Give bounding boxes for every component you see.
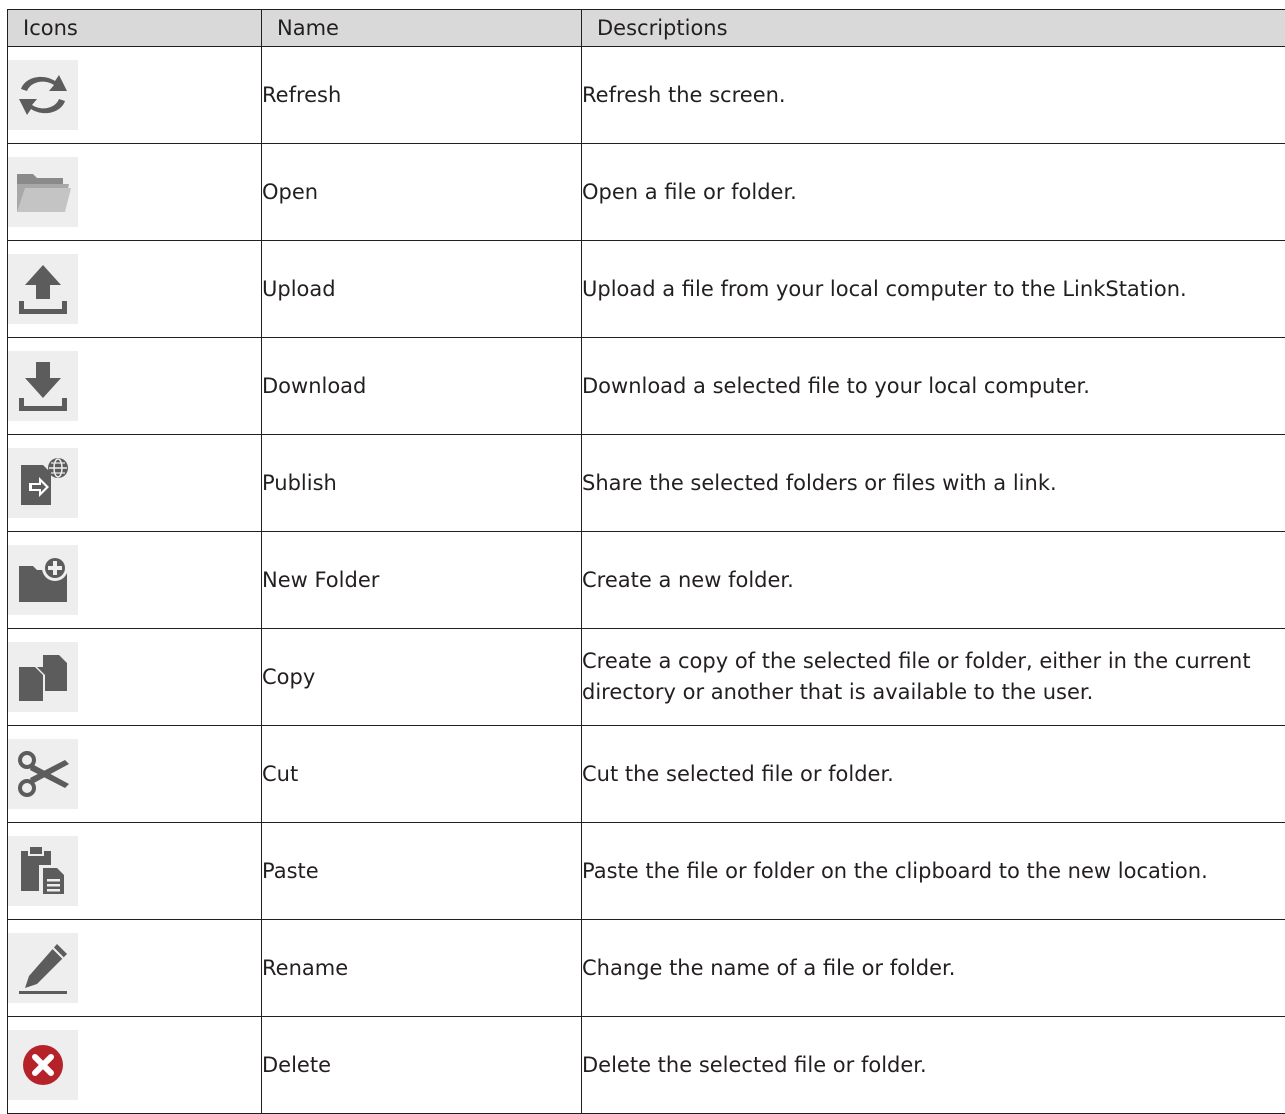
table-row-publish: Publish Share the selected folders or fi… xyxy=(8,435,1285,532)
rename-icon xyxy=(8,933,78,1003)
row-description: Change the name of a file or folder. xyxy=(582,920,1285,1017)
row-description: Cut the selected file or folder. xyxy=(582,726,1285,823)
table-row-new-folder: New Folder Create a new folder. xyxy=(8,532,1285,629)
table-row-rename: Rename Change the name of a file or fold… xyxy=(8,920,1285,1017)
table-row-delete: Delete Delete the selected file or folde… xyxy=(8,1017,1285,1114)
row-description: Paste the file or folder on the clipboar… xyxy=(582,823,1285,920)
row-name: Cut xyxy=(262,726,582,823)
row-description: Share the selected folders or files with… xyxy=(582,435,1285,532)
table-row-cut: Cut Cut the selected file or folder. xyxy=(8,726,1285,823)
copy-icon xyxy=(8,642,78,712)
row-description: Download a selected file to your local c… xyxy=(582,338,1285,435)
row-name: Copy xyxy=(262,629,582,726)
table-row-refresh: Refresh Refresh the screen. xyxy=(8,47,1285,144)
header-name: Name xyxy=(262,10,582,47)
row-name: Rename xyxy=(262,920,582,1017)
row-name: Refresh xyxy=(262,47,582,144)
toolbar-icons-table: Icons Name Descriptions Refresh Refresh … xyxy=(7,9,1285,1114)
publish-icon xyxy=(8,448,78,518)
table-row-upload: Upload Upload a file from your local com… xyxy=(8,241,1285,338)
row-name: Open xyxy=(262,144,582,241)
open-folder-icon xyxy=(8,157,78,227)
row-name: Download xyxy=(262,338,582,435)
table-header-row: Icons Name Descriptions xyxy=(8,10,1285,47)
table-row-copy: Copy Create a copy of the selected file … xyxy=(8,629,1285,726)
row-description: Refresh the screen. xyxy=(582,47,1285,144)
table-row-download: Download Download a selected file to you… xyxy=(8,338,1285,435)
table-row-paste: Paste Paste the file or folder on the cl… xyxy=(8,823,1285,920)
table-row-open: Open Open a file or folder. xyxy=(8,144,1285,241)
row-description: Create a new folder. xyxy=(582,532,1285,629)
paste-icon xyxy=(8,836,78,906)
row-name: Upload xyxy=(262,241,582,338)
row-name: New Folder xyxy=(262,532,582,629)
new-folder-icon xyxy=(8,545,78,615)
row-description: Open a file or folder. xyxy=(582,144,1285,241)
upload-icon xyxy=(8,254,78,324)
download-icon xyxy=(8,351,78,421)
row-name: Paste xyxy=(262,823,582,920)
header-descriptions: Descriptions xyxy=(582,10,1285,47)
row-name: Delete xyxy=(262,1017,582,1114)
row-name: Publish xyxy=(262,435,582,532)
row-description: Upload a file from your local computer t… xyxy=(582,241,1285,338)
delete-icon xyxy=(8,1030,78,1100)
row-description: Create a copy of the selected file or fo… xyxy=(582,629,1285,726)
cut-icon xyxy=(8,739,78,809)
header-icons: Icons xyxy=(8,10,262,47)
refresh-icon xyxy=(8,60,78,130)
row-description: Delete the selected file or folder. xyxy=(582,1017,1285,1114)
